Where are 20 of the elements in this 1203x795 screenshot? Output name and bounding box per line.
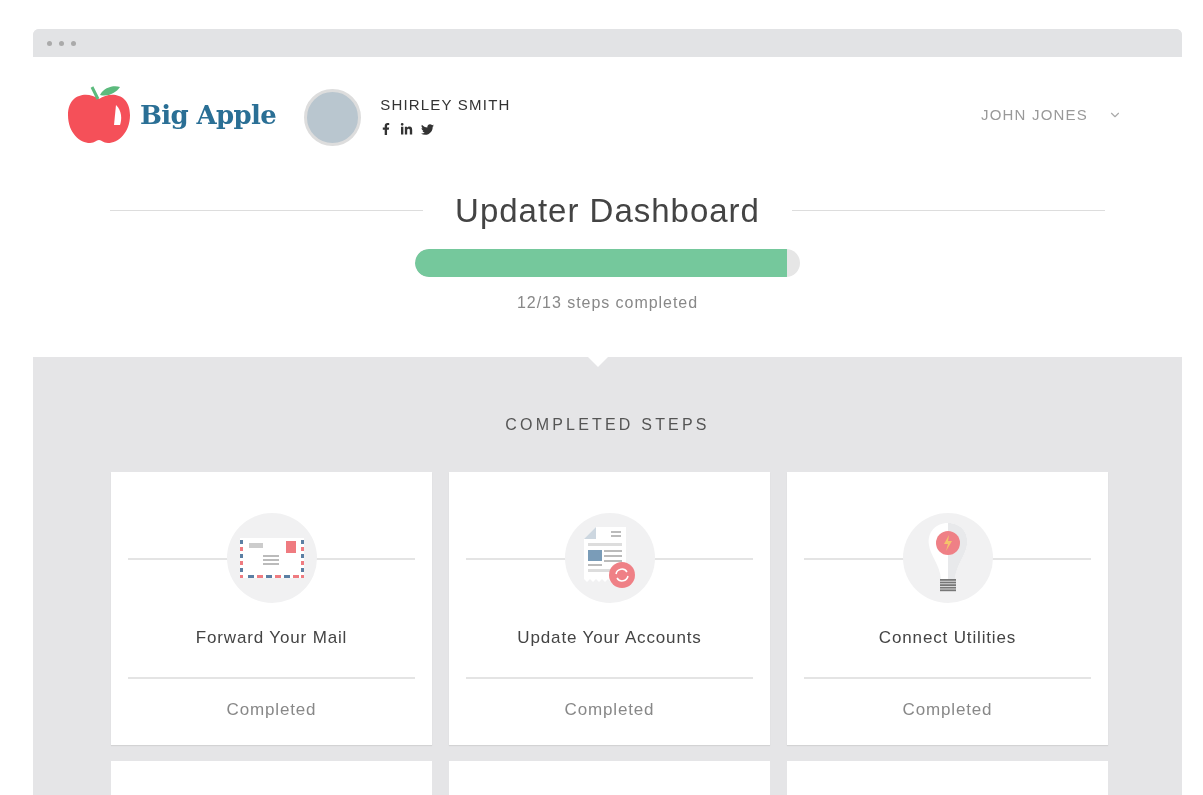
envelope-icon <box>239 538 304 578</box>
dashboard-title: Updater Dashboard <box>455 191 760 231</box>
step-status: Completed <box>564 698 655 721</box>
apple-logo-icon <box>68 85 130 145</box>
step-title: Connect Utilities <box>878 627 1017 649</box>
step-title: Update Your Accounts <box>517 627 702 649</box>
document-sync-icon <box>583 527 636 589</box>
step-status: Completed <box>226 698 317 721</box>
step-card[interactable]: Connect Utilities Completed <box>787 472 1108 745</box>
section-title: COMPLETED STEPS <box>504 415 711 435</box>
step-status: Completed <box>902 698 993 721</box>
brand-name: Big Apple <box>140 98 277 132</box>
step-card[interactable]: Update Your Accounts Completed <box>449 472 770 745</box>
progress-caption: 12/13 steps completed <box>515 292 700 313</box>
step-title: Forward Your Mail <box>195 627 348 649</box>
agent-name: SHIRLEY SMITH <box>380 95 511 116</box>
linkedin-icon[interactable] <box>400 122 414 136</box>
lightbulb-icon <box>926 523 969 593</box>
twitter-icon[interactable] <box>421 122 435 136</box>
step-card[interactable]: Forward Your Mail Completed <box>111 472 432 745</box>
